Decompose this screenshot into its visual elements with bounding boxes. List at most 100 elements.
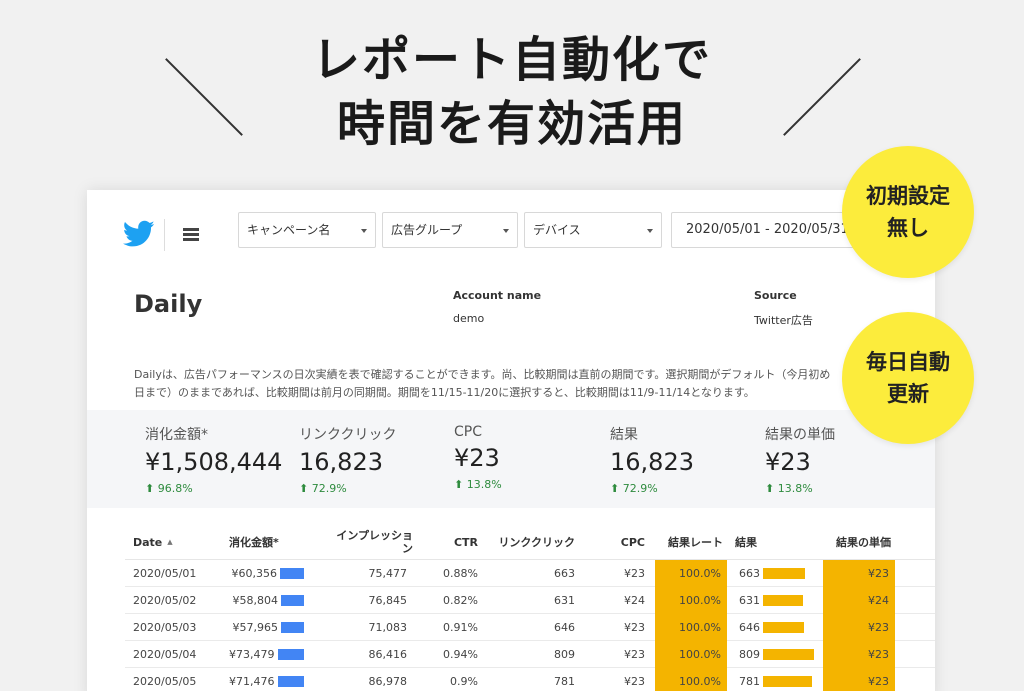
cell-spend-value: ¥60,356 bbox=[231, 567, 278, 580]
cell-impressions: 71,083 bbox=[368, 621, 408, 634]
table-row: 2020/05/01 ¥60,356 75,477 0.88% 663 ¥23 … bbox=[125, 560, 935, 587]
arrow-up-icon: ⬆ bbox=[610, 482, 620, 495]
cell-cpc: ¥23 bbox=[624, 675, 645, 688]
spend-bar bbox=[281, 595, 304, 606]
cell-date: 2020/05/05 bbox=[133, 675, 197, 688]
kpi-delta: ⬆ 13.8% bbox=[454, 478, 502, 491]
cell-results-value: 781 bbox=[739, 675, 760, 688]
cell-result-rate: 100.0% bbox=[655, 668, 727, 691]
col-header-result-rate[interactable]: 結果レート bbox=[655, 524, 727, 560]
chevron-down-icon bbox=[503, 229, 509, 233]
col-header-date[interactable]: Date ▲ bbox=[133, 524, 173, 560]
col-header-link-clicks[interactable]: リンククリック bbox=[485, 524, 575, 560]
menu-icon[interactable] bbox=[183, 228, 199, 241]
cell-cpc: ¥23 bbox=[624, 621, 645, 634]
kpi-value: 16,823 bbox=[610, 448, 694, 476]
callout-no-initial-setup: 初期設定 無し bbox=[842, 146, 974, 278]
chevron-down-icon bbox=[361, 229, 367, 233]
campaign-filter-dropdown[interactable]: キャンペーン名 bbox=[238, 212, 376, 248]
cell-spend: ¥60,356 bbox=[229, 560, 304, 587]
kpi-value: ¥23 bbox=[454, 444, 500, 472]
chevron-down-icon bbox=[647, 229, 653, 233]
kpi-value: 16,823 bbox=[299, 448, 383, 476]
cell-ctr: 0.88% bbox=[443, 567, 478, 580]
callout-line-2: 更新 bbox=[887, 382, 929, 406]
kpi-label: 結果 bbox=[610, 427, 638, 443]
cell-date: 2020/05/01 bbox=[133, 567, 197, 580]
cell-link-clicks: 631 bbox=[554, 594, 575, 607]
kpi-value: ¥23 bbox=[765, 448, 811, 476]
results-bar bbox=[763, 595, 803, 606]
cell-result-rate: 100.0% bbox=[655, 587, 727, 614]
kpi-cost-per-result: 結果の単価 ¥23 ⬆ 13.8% bbox=[765, 424, 835, 495]
table-row: 2020/05/04 ¥73,479 86,416 0.94% 809 ¥23 … bbox=[125, 641, 935, 668]
spend-bar bbox=[281, 622, 304, 633]
cell-ctr: 0.9% bbox=[450, 675, 478, 688]
kpi-delta: ⬆ 13.8% bbox=[765, 482, 835, 495]
table-row: 2020/05/03 ¥57,965 71,083 0.91% 646 ¥23 … bbox=[125, 614, 935, 641]
cell-link-clicks: 781 bbox=[554, 675, 575, 688]
account-name-label: Account name bbox=[453, 289, 542, 302]
col-header-results[interactable]: 結果 bbox=[735, 524, 757, 560]
cell-cost-per-result: ¥23 bbox=[823, 560, 895, 587]
cell-results-value: 631 bbox=[739, 594, 760, 607]
sort-up-icon: ▲ bbox=[167, 538, 173, 546]
description-line-1: Dailyは、広告パフォーマンスの日次実績を表で確認することができます。尚、比較… bbox=[134, 368, 831, 381]
campaign-filter-label: キャンペーン名 bbox=[247, 223, 331, 237]
device-filter-label: デバイス bbox=[533, 223, 581, 237]
source-value: Twitter広告 bbox=[754, 314, 813, 327]
cell-cost-per-result: ¥23 bbox=[823, 614, 895, 641]
cell-results-value: 646 bbox=[739, 621, 760, 634]
col-header-ctr[interactable]: CTR bbox=[443, 524, 478, 560]
kpi-delta-value: 72.9% bbox=[311, 482, 347, 495]
kpi-delta: ⬆ 96.8% bbox=[145, 482, 282, 495]
cell-cost-per-result: ¥23 bbox=[823, 641, 895, 668]
twitter-bird-icon[interactable] bbox=[123, 220, 155, 248]
col-header-spend[interactable]: 消化金額* bbox=[229, 524, 279, 560]
kpi-delta-value: 13.8% bbox=[777, 482, 813, 495]
results-bar bbox=[763, 676, 812, 687]
callout-daily-auto-update: 毎日自動 更新 bbox=[842, 312, 974, 444]
kpi-label: 消化金額* bbox=[145, 427, 208, 443]
kpi-cpc: CPC ¥23 ⬆ 13.8% bbox=[454, 424, 502, 491]
kpi-label: CPC bbox=[454, 424, 482, 440]
callout-line-2: 無し bbox=[887, 216, 929, 240]
hero-line-2: 時間を有効活用 bbox=[336, 96, 687, 152]
cell-spend-value: ¥58,804 bbox=[232, 594, 279, 607]
cell-link-clicks: 809 bbox=[554, 648, 575, 661]
adgroup-filter-dropdown[interactable]: 広告グループ bbox=[382, 212, 518, 248]
cell-impressions: 76,845 bbox=[368, 594, 408, 607]
arrow-up-icon: ⬆ bbox=[454, 478, 464, 491]
cell-ctr: 0.94% bbox=[443, 648, 478, 661]
kpi-delta: ⬆ 72.9% bbox=[610, 482, 694, 495]
col-header-cost-per-result[interactable]: 結果の単価 bbox=[823, 524, 895, 560]
cell-date: 2020/05/02 bbox=[133, 594, 197, 607]
cell-results-value: 663 bbox=[739, 567, 760, 580]
daily-table: Date ▲ 消化金額* インプレッション CTR リンククリック CPC 結果レ… bbox=[125, 524, 935, 691]
report-description: Dailyは、広告パフォーマンスの日次実績を表で確認することができます。尚、比較… bbox=[134, 366, 834, 402]
cell-ctr: 0.82% bbox=[443, 594, 478, 607]
cell-spend: ¥58,804 bbox=[229, 587, 304, 614]
col-header-impressions[interactable]: インプレッション bbox=[327, 524, 413, 560]
device-filter-dropdown[interactable]: デバイス bbox=[524, 212, 662, 248]
kpi-delta-value: 13.8% bbox=[466, 478, 502, 491]
cell-date: 2020/05/03 bbox=[133, 621, 197, 634]
date-range-label: 2020/05/01 - 2020/05/31 bbox=[686, 222, 849, 237]
table-row: 2020/05/05 ¥71,476 86,978 0.9% 781 ¥23 1… bbox=[125, 668, 935, 691]
col-header-cpc[interactable]: CPC bbox=[609, 524, 645, 560]
cell-link-clicks: 646 bbox=[554, 621, 575, 634]
cell-results: 781 bbox=[739, 668, 829, 691]
cell-cost-per-result: ¥24 bbox=[823, 587, 895, 614]
cell-spend-value: ¥73,479 bbox=[229, 648, 275, 661]
cell-spend: ¥71,476 bbox=[229, 668, 304, 691]
cell-spend: ¥57,965 bbox=[229, 614, 304, 641]
cell-impressions: 86,978 bbox=[368, 675, 408, 688]
results-bar bbox=[763, 568, 805, 579]
cell-impressions: 86,416 bbox=[368, 648, 408, 661]
cell-result-rate: 100.0% bbox=[655, 560, 727, 587]
cell-results: 809 bbox=[739, 641, 829, 668]
cell-impressions: 75,477 bbox=[368, 567, 408, 580]
date-range-picker[interactable]: 2020/05/01 - 2020/05/31 bbox=[671, 212, 861, 248]
callout-line-1: 毎日自動 bbox=[866, 350, 950, 374]
cell-spend: ¥73,479 bbox=[229, 641, 304, 668]
